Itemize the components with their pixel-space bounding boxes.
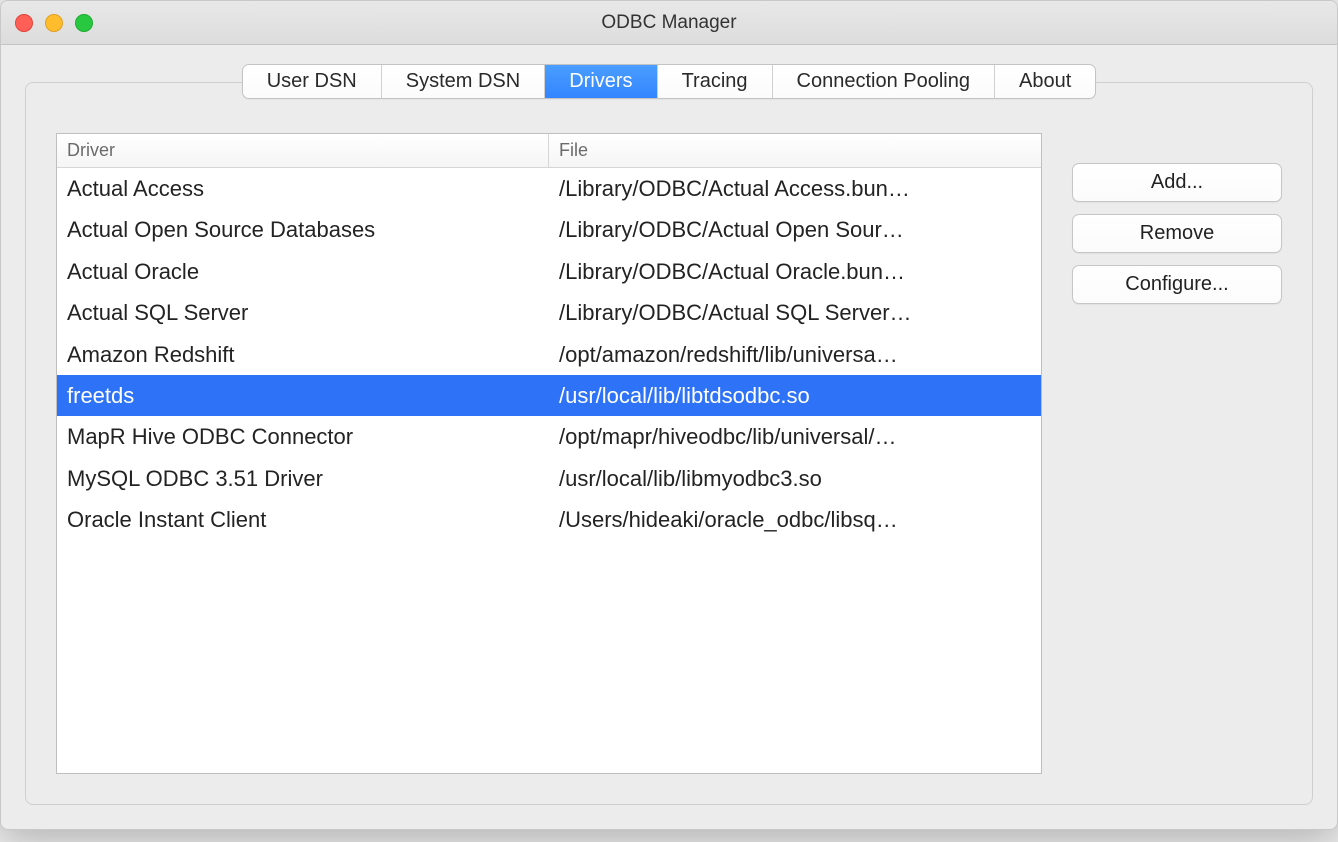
cell-driver: Amazon Redshift (57, 334, 549, 375)
cell-file: /Library/ODBC/Actual Open Sour… (549, 209, 1041, 250)
table-row[interactable]: Actual Access/Library/ODBC/Actual Access… (57, 168, 1041, 209)
maximize-window-button[interactable] (75, 14, 93, 32)
cell-driver: MySQL ODBC 3.51 Driver (57, 458, 549, 499)
cell-driver: Actual SQL Server (57, 292, 549, 333)
table-row[interactable]: Oracle Instant Client/Users/hideaki/orac… (57, 499, 1041, 540)
tab-container: User DSNSystem DSNDriversTracingConnecti… (25, 65, 1313, 805)
cell-driver: Actual Oracle (57, 251, 549, 292)
remove-button[interactable]: Remove (1072, 214, 1282, 253)
cell-file: /opt/mapr/hiveodbc/lib/universal/… (549, 416, 1041, 457)
table-row[interactable]: MySQL ODBC 3.51 Driver/usr/local/lib/lib… (57, 458, 1041, 499)
minimize-window-button[interactable] (45, 14, 63, 32)
table-body[interactable]: Actual Access/Library/ODBC/Actual Access… (57, 168, 1041, 773)
configure-button[interactable]: Configure... (1072, 265, 1282, 304)
window-title: ODBC Manager (15, 12, 1323, 34)
table-row[interactable]: Amazon Redshift/opt/amazon/redshift/lib/… (57, 334, 1041, 375)
table-row[interactable]: Actual Open Source Databases/Library/ODB… (57, 209, 1041, 250)
tab-about[interactable]: About (995, 65, 1095, 98)
drivers-panel: Driver File Actual Access/Library/ODBC/A… (25, 82, 1313, 805)
drivers-table: Driver File Actual Access/Library/ODBC/A… (56, 133, 1042, 774)
tab-drivers[interactable]: Drivers (545, 65, 657, 98)
close-window-button[interactable] (15, 14, 33, 32)
table-row[interactable]: MapR Hive ODBC Connector/opt/mapr/hiveod… (57, 416, 1041, 457)
cell-file: /Library/ODBC/Actual Access.bun… (549, 168, 1041, 209)
column-header-file[interactable]: File (549, 134, 1041, 167)
tab-system-dsn[interactable]: System DSN (382, 65, 545, 98)
titlebar: ODBC Manager (1, 1, 1337, 45)
cell-driver: Actual Open Source Databases (57, 209, 549, 250)
cell-file: /Users/hideaki/oracle_odbc/libsq… (549, 499, 1041, 540)
app-window: ODBC Manager User DSNSystem DSNDriversTr… (0, 0, 1338, 830)
add-button[interactable]: Add... (1072, 163, 1282, 202)
tab-bar: User DSNSystem DSNDriversTracingConnecti… (25, 65, 1313, 98)
cell-file: /opt/amazon/redshift/lib/universa… (549, 334, 1041, 375)
traffic-lights (15, 14, 93, 32)
cell-driver: freetds (57, 375, 549, 416)
tabs: User DSNSystem DSNDriversTracingConnecti… (243, 65, 1096, 98)
table-row[interactable]: Actual Oracle/Library/ODBC/Actual Oracle… (57, 251, 1041, 292)
action-buttons: Add... Remove Configure... (1072, 133, 1282, 774)
cell-file: /Library/ODBC/Actual Oracle.bun… (549, 251, 1041, 292)
table-row[interactable]: Actual SQL Server/Library/ODBC/Actual SQ… (57, 292, 1041, 333)
tab-connection-pooling[interactable]: Connection Pooling (773, 65, 995, 98)
tab-tracing[interactable]: Tracing (658, 65, 773, 98)
window-content: User DSNSystem DSNDriversTracingConnecti… (1, 45, 1337, 829)
cell-driver: MapR Hive ODBC Connector (57, 416, 549, 457)
cell-file: /Library/ODBC/Actual SQL Server… (549, 292, 1041, 333)
cell-driver: Oracle Instant Client (57, 499, 549, 540)
table-header: Driver File (57, 134, 1041, 168)
column-header-driver[interactable]: Driver (57, 134, 549, 167)
cell-driver: Actual Access (57, 168, 549, 209)
table-row[interactable]: freetds/usr/local/lib/libtdsodbc.so (57, 375, 1041, 416)
cell-file: /usr/local/lib/libmyodbc3.so (549, 458, 1041, 499)
cell-file: /usr/local/lib/libtdsodbc.so (549, 375, 1041, 416)
tab-user-dsn[interactable]: User DSN (243, 65, 382, 98)
